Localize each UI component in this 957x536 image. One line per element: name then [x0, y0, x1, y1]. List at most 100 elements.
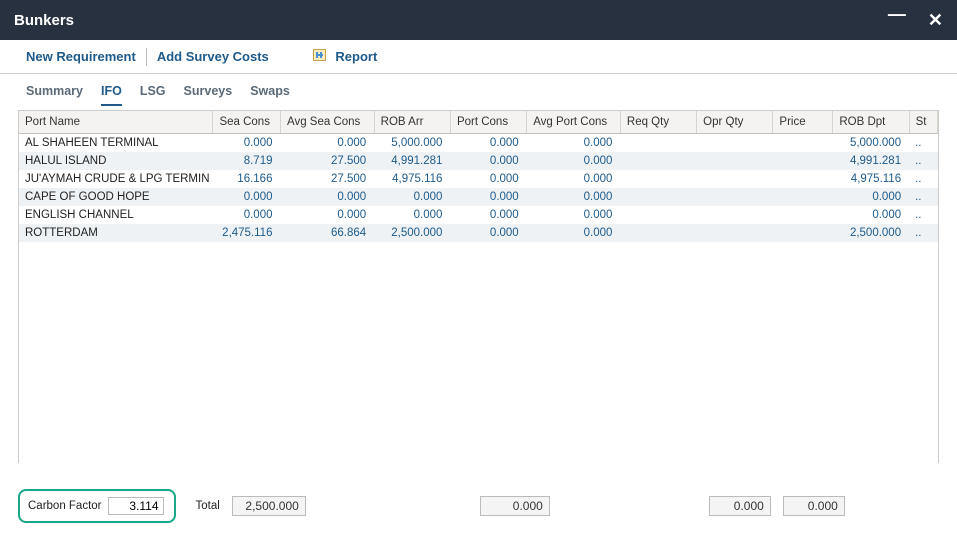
- cell-price[interactable]: [773, 188, 833, 206]
- tab-ifo[interactable]: IFO: [101, 84, 122, 106]
- cell-rob_arr[interactable]: 0.000: [374, 206, 450, 224]
- cell-avg_port[interactable]: 0.000: [527, 170, 621, 188]
- cell-port[interactable]: CAPE OF GOOD HOPE: [19, 188, 213, 206]
- tab-surveys[interactable]: Surveys: [184, 84, 233, 106]
- carbon-factor-label: Carbon Factor: [28, 500, 102, 512]
- cell-port[interactable]: JU'AYMAH CRUDE & LPG TERMIN: [19, 170, 213, 188]
- cell-st[interactable]: ..: [909, 133, 937, 152]
- tab-lsg[interactable]: LSG: [140, 84, 166, 106]
- cell-avg_sea[interactable]: 0.000: [280, 133, 374, 152]
- cell-price[interactable]: [773, 152, 833, 170]
- cell-req[interactable]: [620, 170, 696, 188]
- cell-req[interactable]: [620, 188, 696, 206]
- cell-sea[interactable]: 0.000: [213, 206, 281, 224]
- tab-swaps[interactable]: Swaps: [250, 84, 290, 106]
- cell-avg_sea[interactable]: 27.500: [280, 152, 374, 170]
- cell-port[interactable]: ROTTERDAM: [19, 224, 213, 242]
- close-icon[interactable]: ✕: [928, 10, 943, 31]
- cell-st[interactable]: ..: [909, 170, 937, 188]
- table-row[interactable]: ENGLISH CHANNEL0.0000.0000.0000.0000.000…: [19, 206, 938, 224]
- cell-rob_arr[interactable]: 5,000.000: [374, 133, 450, 152]
- cell-rob_dpt[interactable]: 0.000: [833, 206, 909, 224]
- cell-avg_sea[interactable]: 0.000: [280, 188, 374, 206]
- cell-price[interactable]: [773, 224, 833, 242]
- total-port-cons: 0.000: [480, 496, 550, 516]
- new-requirement-button[interactable]: New Requirement: [16, 47, 146, 67]
- cell-rob_arr[interactable]: 4,975.116: [374, 170, 450, 188]
- col-header[interactable]: Sea Cons: [213, 111, 281, 133]
- cell-opr[interactable]: [697, 133, 773, 152]
- col-header[interactable]: Port Cons: [450, 111, 526, 133]
- cell-price[interactable]: [773, 133, 833, 152]
- window-title: Bunkers: [14, 12, 74, 29]
- col-header[interactable]: Port Name: [19, 111, 213, 133]
- add-survey-costs-button[interactable]: Add Survey Costs: [147, 47, 279, 67]
- cell-port_cons[interactable]: 0.000: [450, 224, 526, 242]
- table-row[interactable]: AL SHAHEEN TERMINAL0.0000.0005,000.0000.…: [19, 133, 938, 152]
- total-opr-2: 0.000: [783, 496, 845, 516]
- cell-port_cons[interactable]: 0.000: [450, 206, 526, 224]
- col-header[interactable]: St: [909, 111, 937, 133]
- cell-opr[interactable]: [697, 152, 773, 170]
- cell-req[interactable]: [620, 206, 696, 224]
- cell-avg_port[interactable]: 0.000: [527, 188, 621, 206]
- cell-req[interactable]: [620, 152, 696, 170]
- col-header[interactable]: Opr Qty: [697, 111, 773, 133]
- cell-avg_port[interactable]: 0.000: [527, 152, 621, 170]
- cell-price[interactable]: [773, 206, 833, 224]
- minimize-icon[interactable]: —: [888, 10, 906, 31]
- cell-rob_arr[interactable]: 0.000: [374, 188, 450, 206]
- cell-avg_sea[interactable]: 66.864: [280, 224, 374, 242]
- cell-rob_arr[interactable]: 2,500.000: [374, 224, 450, 242]
- cell-st[interactable]: ..: [909, 152, 937, 170]
- table-row[interactable]: HALUL ISLAND8.71927.5004,991.2810.0000.0…: [19, 152, 938, 170]
- cell-sea[interactable]: 0.000: [213, 188, 281, 206]
- cell-opr[interactable]: [697, 224, 773, 242]
- col-header[interactable]: Avg Port Cons: [527, 111, 621, 133]
- carbon-factor-input[interactable]: [108, 497, 164, 515]
- col-header[interactable]: Req Qty: [620, 111, 696, 133]
- cell-opr[interactable]: [697, 170, 773, 188]
- cell-avg_port[interactable]: 0.000: [527, 224, 621, 242]
- cell-rob_dpt[interactable]: 0.000: [833, 188, 909, 206]
- cell-sea[interactable]: 16.166: [213, 170, 281, 188]
- cell-rob_dpt[interactable]: 4,991.281: [833, 152, 909, 170]
- cell-avg_sea[interactable]: 27.500: [280, 170, 374, 188]
- cell-opr[interactable]: [697, 188, 773, 206]
- cell-st[interactable]: ..: [909, 188, 937, 206]
- tab-summary[interactable]: Summary: [26, 84, 83, 106]
- cell-req[interactable]: [620, 133, 696, 152]
- cell-sea[interactable]: 2,475.116: [213, 224, 281, 242]
- cell-port[interactable]: HALUL ISLAND: [19, 152, 213, 170]
- cell-avg_port[interactable]: 0.000: [527, 206, 621, 224]
- cell-port_cons[interactable]: 0.000: [450, 170, 526, 188]
- table-row[interactable]: JU'AYMAH CRUDE & LPG TERMIN16.16627.5004…: [19, 170, 938, 188]
- cell-sea[interactable]: 0.000: [213, 133, 281, 152]
- cell-req[interactable]: [620, 224, 696, 242]
- cell-price[interactable]: [773, 170, 833, 188]
- report-icon: [313, 49, 326, 61]
- cell-rob_dpt[interactable]: 2,500.000: [833, 224, 909, 242]
- cell-rob_arr[interactable]: 4,991.281: [374, 152, 450, 170]
- cell-rob_dpt[interactable]: 5,000.000: [833, 133, 909, 152]
- table-row[interactable]: ROTTERDAM2,475.11666.8642,500.0000.0000.…: [19, 224, 938, 242]
- cell-opr[interactable]: [697, 206, 773, 224]
- cell-avg_port[interactable]: 0.000: [527, 133, 621, 152]
- cell-port_cons[interactable]: 0.000: [450, 188, 526, 206]
- cell-st[interactable]: ..: [909, 206, 937, 224]
- col-header[interactable]: ROB Arr: [374, 111, 450, 133]
- cell-st[interactable]: ..: [909, 224, 937, 242]
- cell-port_cons[interactable]: 0.000: [450, 133, 526, 152]
- cell-sea[interactable]: 8.719: [213, 152, 281, 170]
- cell-port[interactable]: AL SHAHEEN TERMINAL: [19, 133, 213, 152]
- data-grid[interactable]: Port NameSea ConsAvg Sea ConsROB ArrPort…: [18, 110, 939, 480]
- table-row[interactable]: CAPE OF GOOD HOPE0.0000.0000.0000.0000.0…: [19, 188, 938, 206]
- cell-port[interactable]: ENGLISH CHANNEL: [19, 206, 213, 224]
- col-header[interactable]: ROB Dpt: [833, 111, 909, 133]
- cell-avg_sea[interactable]: 0.000: [280, 206, 374, 224]
- col-header[interactable]: Price: [773, 111, 833, 133]
- report-button[interactable]: Report: [303, 47, 388, 67]
- cell-port_cons[interactable]: 0.000: [450, 152, 526, 170]
- col-header[interactable]: Avg Sea Cons: [280, 111, 374, 133]
- cell-rob_dpt[interactable]: 4,975.116: [833, 170, 909, 188]
